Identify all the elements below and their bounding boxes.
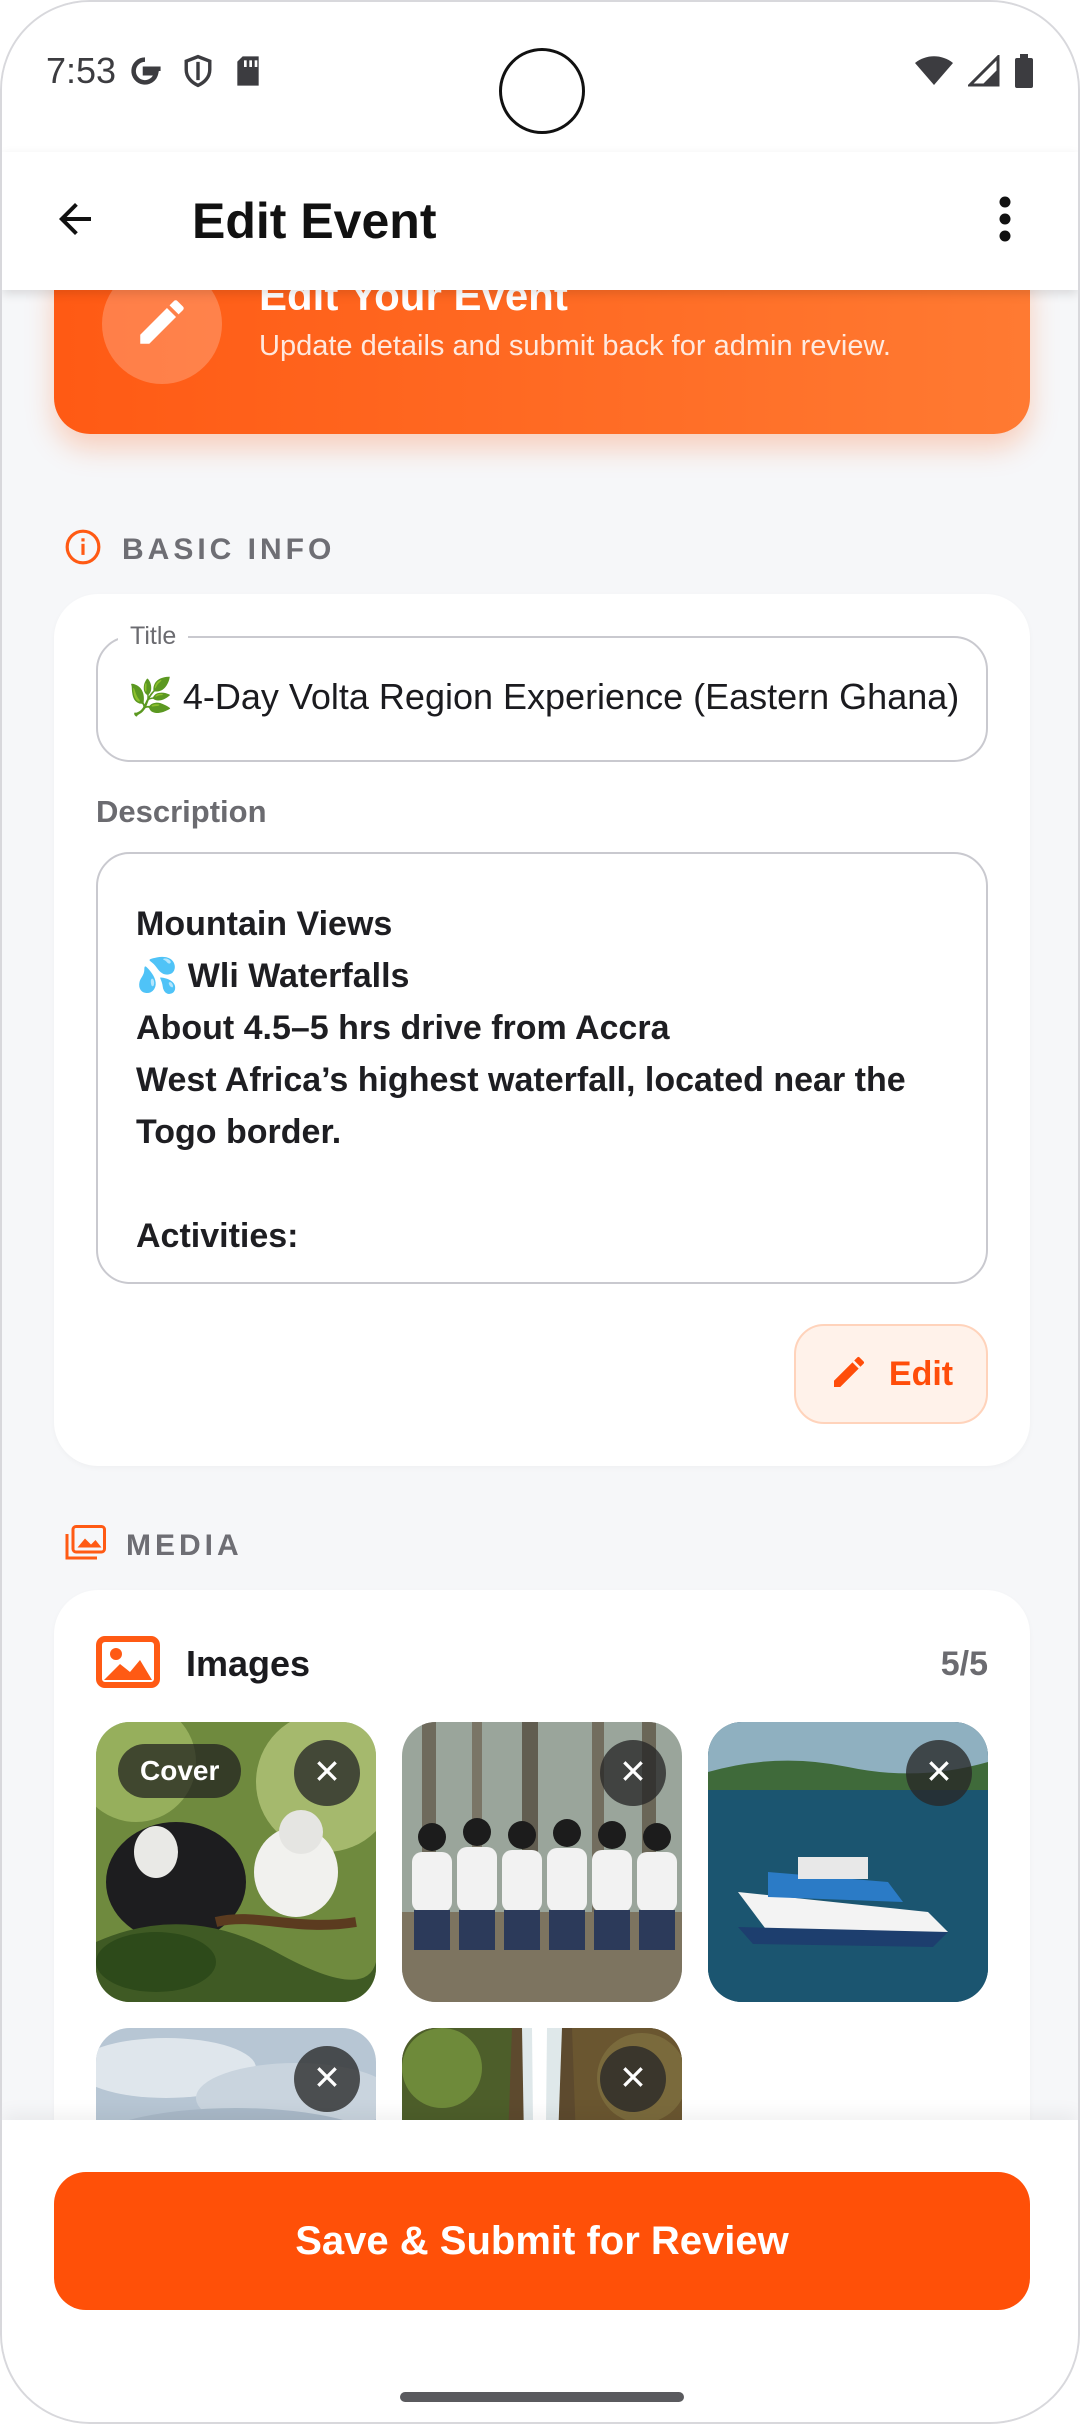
description-line: 💦 Wli Waterfalls (136, 957, 410, 995)
close-icon (314, 1758, 340, 1789)
photo-library-icon (64, 1524, 106, 1567)
banner-subtitle: Update details and submit back for admin… (259, 330, 891, 362)
banner-title: Edit Your Event (259, 290, 568, 319)
battery-icon (1014, 54, 1034, 93)
close-icon (314, 2064, 340, 2095)
pencil-icon (133, 293, 191, 356)
basic-info-header: BASIC INFO (64, 528, 335, 571)
info-icon (64, 528, 102, 571)
images-count: 5/5 (940, 1644, 988, 1683)
more-options-button[interactable] (972, 188, 1038, 254)
image-thumbnail[interactable] (402, 2028, 682, 2120)
scroll-content[interactable]: Edit Your Event Update details and submi… (2, 290, 1078, 2120)
description-text: Mountain Views 💦 Wli Waterfalls About 4.… (136, 898, 956, 1262)
remove-image-button[interactable] (600, 2046, 666, 2112)
sd-card-icon (234, 55, 262, 92)
description-line: Mountain Views (136, 905, 393, 943)
more-vertical-icon (998, 195, 1012, 248)
cover-badge: Cover (118, 1744, 242, 1798)
close-icon (620, 1758, 646, 1789)
media-card: Images 5/5 Cover (54, 1590, 1030, 2120)
description-line: Togo border. (136, 1113, 342, 1151)
image-icon (96, 1635, 160, 1693)
google-g-icon (128, 54, 162, 93)
shield-icon (182, 54, 214, 93)
basic-info-label: BASIC INFO (122, 532, 336, 566)
app-bar: Edit Event (2, 152, 1078, 290)
submit-button-label: Save & Submit for Review (295, 2218, 789, 2263)
edit-description-button[interactable]: Edit (794, 1324, 988, 1424)
arrow-back-icon (51, 195, 99, 248)
image-thumbnail[interactable] (96, 2028, 376, 2120)
image-thumbnail[interactable] (402, 1722, 682, 2002)
close-icon (926, 1758, 952, 1789)
front-camera (499, 48, 585, 134)
close-icon (620, 2064, 646, 2095)
title-input[interactable]: 🌿 4-Day Volta Region Experience (Eastern… (128, 676, 959, 718)
remove-image-button[interactable] (294, 1740, 360, 1806)
back-button[interactable] (42, 188, 108, 254)
title-field-label: Title (118, 622, 189, 651)
edit-event-banner: Edit Your Event Update details and submi… (54, 290, 1030, 434)
title-field[interactable]: Title 🌿 4-Day Volta Region Experience (E… (96, 622, 988, 762)
phone-frame: 7:53 Edit Event Edit Your Event Update d… (0, 0, 1080, 2424)
remove-image-button[interactable] (294, 2046, 360, 2112)
save-submit-button[interactable]: Save & Submit for Review (54, 2172, 1030, 2310)
images-title: Images (186, 1643, 311, 1684)
description-line: About 4.5–5 hrs drive from Accra (136, 1009, 670, 1047)
media-header: MEDIA (64, 1524, 243, 1567)
images-header: Images 5/5 (96, 1634, 988, 1694)
status-time: 7:53 (46, 50, 117, 91)
home-indicator[interactable] (400, 2392, 684, 2402)
wifi-icon (914, 55, 954, 92)
description-line: West Africa’s highest waterfall, located… (136, 1061, 906, 1099)
description-label: Description (96, 794, 267, 829)
bottom-action-bar: Save & Submit for Review (2, 2120, 1078, 2422)
status-bar: 7:53 (2, 2, 1078, 152)
banner-icon-circle (102, 290, 222, 384)
pencil-icon (829, 1352, 869, 1397)
description-line (136, 1158, 956, 1210)
description-field[interactable]: Mountain Views 💦 Wli Waterfalls About 4.… (96, 852, 988, 1284)
basic-info-card: Title 🌿 4-Day Volta Region Experience (E… (54, 594, 1030, 1466)
cell-signal-icon (966, 53, 1000, 92)
description-line: Activities: (136, 1217, 299, 1255)
media-label: MEDIA (126, 1528, 243, 1562)
remove-image-button[interactable] (906, 1740, 972, 1806)
page-title: Edit Event (192, 193, 437, 249)
image-thumbnail[interactable] (708, 1722, 988, 2002)
remove-image-button[interactable] (600, 1740, 666, 1806)
edit-button-label: Edit (888, 1354, 954, 1393)
image-thumbnail-cover[interactable]: Cover (96, 1722, 376, 2002)
